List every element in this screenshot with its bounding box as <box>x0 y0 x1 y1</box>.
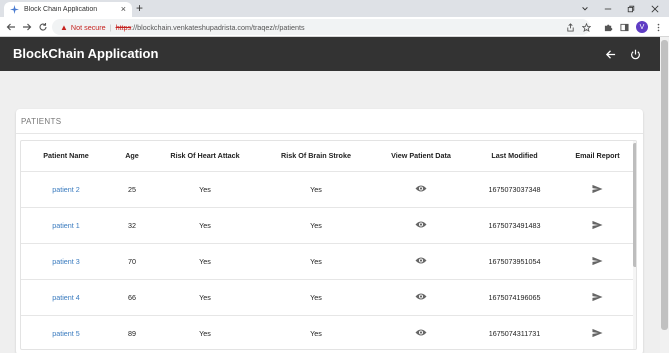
column-header-heart-attack[interactable]: Risk Of Heart Attack <box>153 141 257 172</box>
browser-tab[interactable]: Block Chain Application × <box>4 2 132 17</box>
column-header-brain-stroke[interactable]: Risk Of Brain Stroke <box>257 141 375 172</box>
patient-age: 89 <box>111 315 153 349</box>
profile-avatar[interactable]: V <box>636 21 648 33</box>
send-icon[interactable] <box>591 255 605 267</box>
brain-stroke-risk: Yes <box>257 171 375 208</box>
send-icon[interactable] <box>591 183 605 195</box>
eye-icon[interactable] <box>414 291 428 303</box>
forward-arrow-icon[interactable] <box>20 20 34 34</box>
patient-name-link[interactable]: patient 4 <box>21 279 111 316</box>
tab-search-icon[interactable] <box>574 0 596 17</box>
last-modified: 1675074196065 <box>467 279 562 316</box>
address-bar[interactable]: ▲ Not secure | https ://blockchain.venka… <box>52 19 590 35</box>
patient-name-link[interactable]: patient 5 <box>21 315 111 349</box>
browser-toolbar: ▲ Not secure | https ://blockchain.venka… <box>0 17 669 37</box>
heart-attack-risk: Yes <box>153 315 257 349</box>
eye-icon[interactable] <box>414 327 428 339</box>
eye-icon[interactable] <box>414 255 428 267</box>
column-header-view-data[interactable]: View Patient Data <box>375 141 467 172</box>
section-title: PATIENTS <box>21 117 62 126</box>
page-scroll-thumb[interactable] <box>661 40 668 330</box>
email-report-cell <box>562 315 633 349</box>
page-scrollbar[interactable] <box>660 37 669 353</box>
restore-icon[interactable] <box>620 0 642 17</box>
new-tab-button[interactable]: + <box>136 2 143 15</box>
bookmark-star-icon[interactable] <box>579 20 593 34</box>
back-arrow-icon[interactable] <box>602 46 618 62</box>
side-panel-icon[interactable] <box>617 20 631 34</box>
heart-attack-risk: Yes <box>153 171 257 208</box>
patients-table: Patient Name Age Risk Of Heart Attack Ri… <box>21 141 633 349</box>
tab-title: Block Chain Application <box>24 6 98 13</box>
view-data-cell <box>375 315 467 349</box>
warning-icon: ▲ <box>60 22 68 32</box>
heart-attack-risk: Yes <box>153 243 257 280</box>
reload-icon[interactable] <box>36 20 50 34</box>
not-secure-label[interactable]: Not secure <box>71 23 106 32</box>
app-header: BlockChain Application <box>0 37 660 71</box>
brain-stroke-risk: Yes <box>257 315 375 349</box>
send-icon[interactable] <box>591 327 605 339</box>
column-header-email-report[interactable]: Email Report <box>562 141 633 172</box>
view-data-cell <box>375 207 467 244</box>
patient-name-link[interactable]: patient 1 <box>21 207 111 244</box>
table-scroll-thumb[interactable] <box>633 143 636 267</box>
patient-name-link[interactable]: patient 3 <box>21 243 111 280</box>
table-row: patient 1 32 Yes Yes 1675073491483 <box>21 207 633 244</box>
patient-age: 25 <box>111 171 153 208</box>
eye-icon[interactable] <box>414 219 428 231</box>
column-header-patient-name[interactable]: Patient Name <box>21 141 111 172</box>
email-report-cell <box>562 243 633 280</box>
send-icon[interactable] <box>591 219 605 231</box>
main-content: PATIENTS Patient Name Age Risk Of Heart … <box>0 71 660 353</box>
patient-age: 66 <box>111 279 153 316</box>
table-header-row: Patient Name Age Risk Of Heart Attack Ri… <box>21 141 633 172</box>
share-icon[interactable] <box>563 20 577 34</box>
app-favicon-icon <box>10 5 19 14</box>
patient-age: 32 <box>111 207 153 244</box>
url-text: ://blockchain.venkateshupadrista.com/tra… <box>131 22 305 32</box>
view-data-cell <box>375 279 467 316</box>
app-title: BlockChain Application <box>13 46 159 61</box>
last-modified: 1675073037348 <box>467 171 562 208</box>
table-row: patient 2 25 Yes Yes 1675073037348 <box>21 171 633 208</box>
brain-stroke-risk: Yes <box>257 243 375 280</box>
column-header-last-modified[interactable]: Last Modified <box>467 141 562 172</box>
patient-age: 70 <box>111 243 153 280</box>
email-report-cell <box>562 207 633 244</box>
eye-icon[interactable] <box>414 183 428 195</box>
brain-stroke-risk: Yes <box>257 207 375 244</box>
patients-card: PATIENTS Patient Name Age Risk Of Heart … <box>16 109 643 353</box>
patient-name-link[interactable]: patient 2 <box>21 171 111 208</box>
tab-close-icon[interactable]: × <box>121 5 126 14</box>
browser-tab-strip: Block Chain Application × + <box>0 0 669 17</box>
url-protocol: https <box>115 22 132 32</box>
extensions-puzzle-icon[interactable] <box>601 20 615 34</box>
view-data-cell <box>375 171 467 208</box>
heart-attack-risk: Yes <box>153 207 257 244</box>
brain-stroke-risk: Yes <box>257 279 375 316</box>
table-row: patient 4 66 Yes Yes 1675074196065 <box>21 279 633 316</box>
heart-attack-risk: Yes <box>153 279 257 316</box>
browser-menu-icon[interactable] <box>651 20 665 34</box>
column-header-age[interactable]: Age <box>111 141 153 172</box>
logout-power-icon[interactable] <box>627 46 643 62</box>
view-data-cell <box>375 243 467 280</box>
last-modified: 1675073491483 <box>467 207 562 244</box>
email-report-cell <box>562 279 633 316</box>
close-window-icon[interactable] <box>644 0 666 17</box>
url-separator: | <box>109 22 112 32</box>
patients-table-container: Patient Name Age Risk Of Heart Attack Ri… <box>20 140 637 350</box>
email-report-cell <box>562 171 633 208</box>
table-row: patient 5 89 Yes Yes 1675074311731 <box>21 315 633 349</box>
send-icon[interactable] <box>591 291 605 303</box>
last-modified: 1675074311731 <box>467 315 562 349</box>
minimize-icon[interactable] <box>597 0 619 17</box>
divider <box>16 133 643 134</box>
back-arrow-icon[interactable] <box>4 20 18 34</box>
last-modified: 1675073951054 <box>467 243 562 280</box>
table-row: patient 3 70 Yes Yes 1675073951054 <box>21 243 633 280</box>
table-scrollbar[interactable] <box>633 141 636 349</box>
